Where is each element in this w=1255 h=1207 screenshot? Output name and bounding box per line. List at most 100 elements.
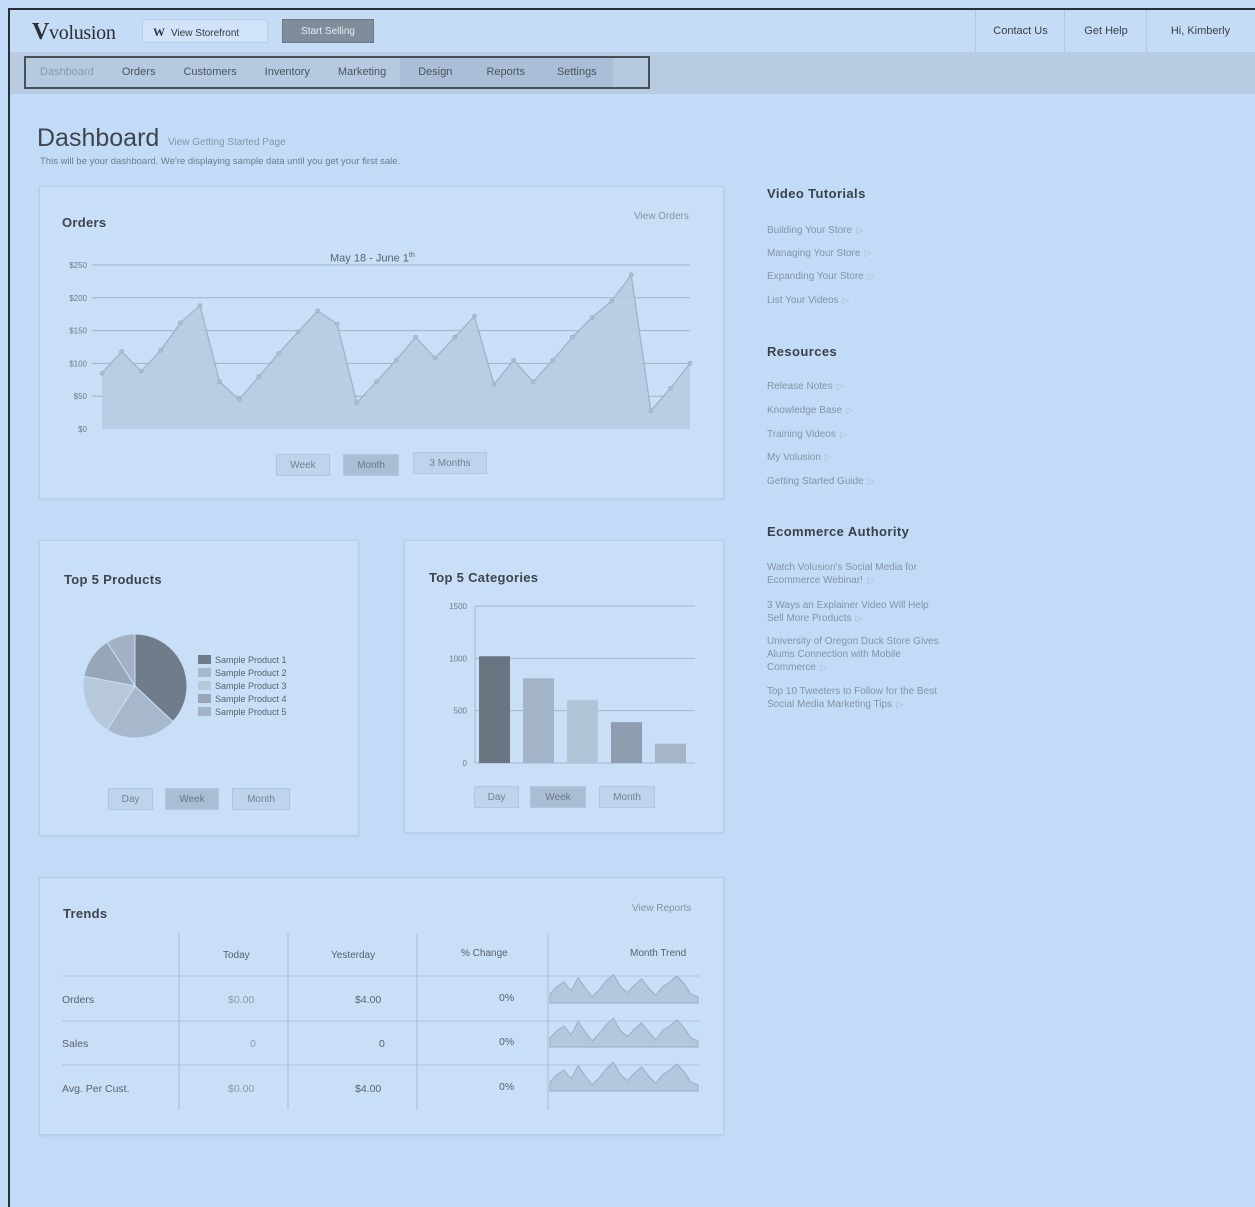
trends-table-grid [62, 933, 700, 1110]
categories-week-button[interactable]: Week [530, 786, 586, 808]
ecommerce-authority-heading: Ecommerce Authority [767, 524, 910, 539]
nav-inventory[interactable]: Inventory [251, 58, 324, 87]
data-point [138, 368, 144, 374]
video-tutorials-heading: Video Tutorials [767, 186, 866, 201]
col-change: % Change [461, 948, 508, 959]
data-point [374, 379, 379, 385]
sales-yesterday: 0 [379, 1038, 385, 1050]
logo-text: volusion [49, 22, 116, 44]
categories-day-button[interactable]: Day [474, 786, 519, 808]
data-point [393, 357, 399, 363]
video-link-building[interactable]: Building Your Store ▷ [767, 224, 947, 237]
data-point [295, 329, 301, 335]
resource-knowledge-base[interactable]: Knowledge Base ▷ [767, 404, 947, 417]
orders-yesterday: $4.00 [355, 994, 382, 1006]
nav-dashboard[interactable]: Dashboard [26, 58, 108, 87]
range-month-button[interactable]: Month [343, 454, 399, 476]
row-label-avg: Avg. Per Cust. [62, 1083, 130, 1095]
resources-heading: Resources [767, 344, 838, 359]
trends-card: Trends View Reports Today Yesterday % Ch… [39, 877, 724, 1135]
data-point [628, 272, 634, 278]
authority-link-4[interactable]: Top 10 Tweeters to Follow for the Best S… [767, 685, 947, 711]
products-day-button[interactable]: Day [108, 788, 153, 810]
get-help-link[interactable]: Get Help [1064, 10, 1147, 52]
legend-label: Sample Product 4 [215, 694, 287, 704]
legend-swatch [198, 694, 211, 703]
start-selling-button[interactable]: Start Selling [282, 19, 374, 43]
avg-today: $0.00 [228, 1083, 255, 1095]
orders-today: $0.00 [228, 994, 255, 1006]
y-tick-label: 0 [463, 759, 468, 768]
view-storefront-button[interactable]: W View Storefront [142, 19, 268, 43]
data-point [119, 349, 124, 354]
data-point [687, 361, 693, 366]
authority-link-1[interactable]: Watch Volusion's Social Media for Ecomme… [767, 561, 947, 587]
user-menu[interactable]: Hi, Kimberly [1146, 10, 1254, 52]
top-products-card: Top 5 Products Sample Product 1 Sample Pr… [39, 540, 359, 836]
nav-reports[interactable]: Reports [470, 58, 541, 87]
legend-swatch [198, 655, 211, 664]
col-today: Today [223, 950, 250, 961]
y-tick-label: $200 [69, 294, 87, 303]
data-point [413, 334, 418, 340]
legend-label: Sample Product 5 [215, 707, 287, 717]
video-link-list[interactable]: List Your Videos ▷ [767, 294, 947, 307]
resource-getting-started[interactable]: Getting Started Guide ▷ [767, 475, 947, 488]
page-title: Dashboard [37, 124, 160, 152]
range-week-button[interactable]: Week [276, 454, 330, 476]
range-3months-button[interactable]: 3 Months [413, 452, 487, 474]
col-month-trend: Month Trend [630, 948, 687, 959]
sparkline [549, 1061, 699, 1092]
bar [479, 656, 510, 763]
bar [611, 722, 642, 763]
resource-my-volusion[interactable]: My Volusion ▷ [767, 451, 947, 464]
getting-started-link[interactable]: View Getting Started Page [168, 137, 286, 148]
video-link-managing[interactable]: Managing Your Store ▷ [767, 247, 947, 260]
resource-release-notes[interactable]: Release Notes ▷ [767, 380, 947, 393]
nav-design[interactable]: Design [400, 58, 471, 87]
data-point [276, 351, 281, 356]
data-point [589, 315, 595, 320]
data-point [256, 374, 262, 379]
volusion-logo[interactable]: Vvolusion [32, 19, 116, 46]
top-bar: Vvolusion W View Storefront Start Selling… [10, 10, 1255, 53]
authority-link-2[interactable]: 3 Ways an Explainer Video Will Help Sell… [767, 599, 947, 625]
intro-text: This will be your dashboard. We're displ… [40, 156, 401, 167]
view-storefront-label: View Storefront [171, 28, 240, 39]
video-link-expanding[interactable]: Expanding Your Store ▷ [767, 270, 947, 283]
categories-month-button[interactable]: Month [599, 786, 655, 808]
authority-link-3[interactable]: University of Oregon Duck Store Gives Al… [767, 635, 947, 674]
data-point [236, 397, 242, 402]
legend-label: Sample Product 3 [215, 681, 287, 691]
data-point [217, 379, 222, 385]
top-categories-card: Top 5 Categories 0 500 1000 1500 Day Week M… [404, 540, 724, 833]
nav-customers[interactable]: Customers [169, 58, 250, 87]
resource-training-videos[interactable]: Training Videos ▷ [767, 428, 947, 441]
products-week-button[interactable]: Week [165, 788, 219, 810]
main-nav: Dashboard Orders Customers Inventory Mar… [24, 56, 650, 89]
legend-swatch [198, 681, 211, 690]
data-point [530, 379, 536, 385]
y-tick-label: $150 [69, 327, 87, 336]
data-point [334, 321, 340, 327]
y-tick-label: $250 [69, 261, 87, 270]
data-point [550, 357, 556, 363]
orders-card: Orders View Orders May 18 - June 1th $0 $… [39, 186, 724, 499]
bar [567, 700, 598, 763]
products-month-button[interactable]: Month [232, 788, 290, 810]
nav-orders[interactable]: Orders [108, 58, 170, 87]
data-point [570, 334, 575, 340]
row-label-sales: Sales [62, 1038, 89, 1050]
data-point [158, 347, 164, 353]
sales-today: 0 [250, 1038, 256, 1050]
data-point [609, 298, 614, 304]
sparkline [549, 973, 699, 1004]
data-point [648, 408, 654, 413]
contact-us-link[interactable]: Contact Us [975, 10, 1065, 52]
data-point [99, 370, 105, 376]
legend-label: Sample Product 2 [215, 668, 287, 678]
storefront-icon: W [153, 25, 165, 39]
y-tick-label: $0 [78, 425, 87, 434]
nav-marketing[interactable]: Marketing [324, 58, 400, 87]
nav-settings[interactable]: Settings [540, 58, 613, 87]
